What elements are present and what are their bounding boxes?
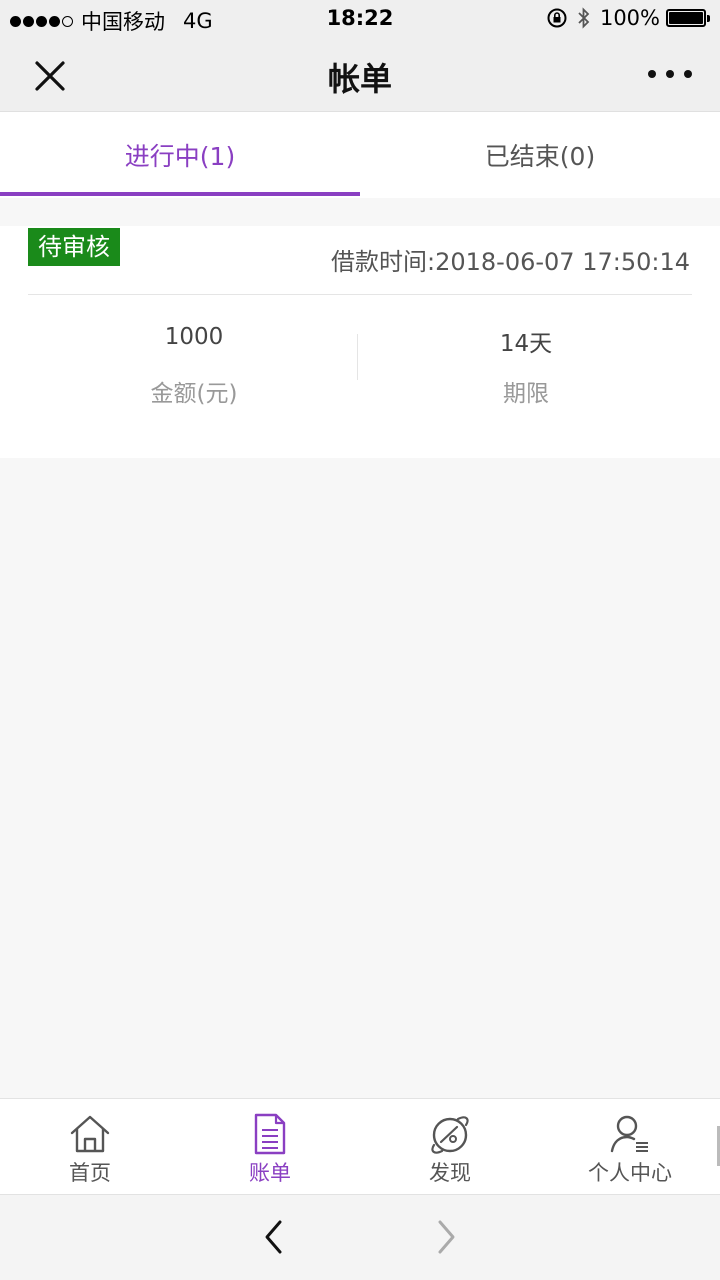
user-icon xyxy=(610,1115,648,1153)
amount-label: 金额(元) xyxy=(150,381,238,407)
term-value: 14天 xyxy=(499,331,553,357)
card-divider xyxy=(28,294,692,295)
status-right: 100% xyxy=(546,6,710,30)
tab-bar-home[interactable]: 首页 xyxy=(0,1099,180,1194)
tab-bar-home-label: 首页 xyxy=(69,1161,111,1185)
back-arrow-icon[interactable] xyxy=(258,1217,292,1257)
browser-toolbar xyxy=(0,1194,720,1280)
bill-icon xyxy=(254,1113,286,1155)
rotation-lock-icon xyxy=(547,8,567,28)
battery-fill xyxy=(669,12,703,24)
battery-percent: 100% xyxy=(599,6,660,30)
borrow-time: 借款时间:2018-06-07 17:50:14 xyxy=(331,248,690,276)
page-title: 帐单 xyxy=(327,60,392,98)
nav-bar: 帐单 xyxy=(0,36,720,112)
bill-tabs: 进行中(1) 已结束(0) xyxy=(0,112,720,198)
tab-in-progress[interactable]: 进行中(1) xyxy=(0,112,360,198)
tab-bar-discover[interactable]: 发现 xyxy=(360,1099,540,1194)
battery-icon xyxy=(666,9,710,27)
discover-icon xyxy=(431,1116,469,1154)
term-stat: 14天 期限 xyxy=(358,324,694,408)
forward-arrow-icon[interactable] xyxy=(428,1217,462,1257)
tab-bar-profile[interactable]: 个人中心 xyxy=(540,1099,720,1194)
status-badge: 待审核 xyxy=(28,228,120,266)
tab-bar-bill-label: 账单 xyxy=(249,1161,291,1185)
home-icon xyxy=(70,1115,110,1153)
tab-bar-profile-label: 个人中心 xyxy=(588,1161,672,1185)
tab-bar-discover-label: 发现 xyxy=(429,1161,471,1185)
status-bar: 中国移动 4G 18:22 100% xyxy=(0,0,720,36)
tab-bar-bill[interactable]: 账单 xyxy=(180,1099,360,1194)
term-label: 期限 xyxy=(503,381,549,407)
bluetooth-icon xyxy=(578,7,590,29)
tab-finished[interactable]: 已结束(0) xyxy=(360,112,720,198)
amount-value: 1000 xyxy=(164,324,224,350)
loan-card[interactable]: 待审核 借款时间:2018-06-07 17:50:14 1000 金额(元) … xyxy=(0,226,720,458)
amount-stat: 1000 金额(元) xyxy=(26,324,362,408)
more-options-icon[interactable] xyxy=(648,64,692,84)
bottom-tab-bar: 首页 账单 发现 个人中心 xyxy=(0,1098,720,1194)
